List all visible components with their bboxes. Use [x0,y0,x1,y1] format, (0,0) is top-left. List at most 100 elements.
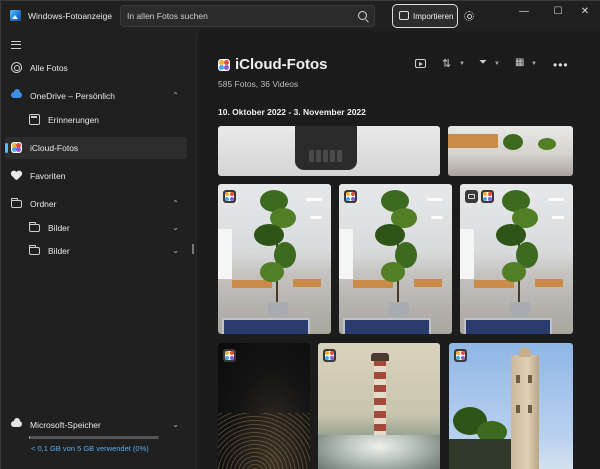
search-icon[interactable] [358,11,367,20]
photo-thumbnail[interactable] [460,184,573,334]
search-placeholder: In allen Fotos suchen [127,11,208,21]
ceiling-light [431,216,443,219]
ceiling-light [552,216,564,219]
slideshow-icon[interactable] [415,59,426,68]
chevron-down-icon[interactable]: ▼ [459,61,465,67]
icloud-badge-icon [323,349,336,362]
sidebar-item-label: iCloud-Fotos [30,143,79,153]
photo-thumbnail[interactable] [218,126,440,176]
folder-icon [11,198,22,208]
photo-thumbnail[interactable] [218,184,331,334]
sidebar-item-icloud-photos[interactable]: iCloud-Fotos [5,137,187,159]
chevron-down-icon[interactable]: ⌄ [172,223,179,232]
sidebar-item-all-photos[interactable]: Alle Fotos [5,57,187,79]
search-input[interactable]: In allen Fotos suchen [120,5,375,27]
plant-pot [389,302,409,316]
sidebar-item-pictures-2[interactable]: Bilder ⌄ [5,240,187,262]
photo-thumbnail[interactable] [449,343,573,469]
photos-app-icon [10,10,21,21]
desk-shape [414,279,442,287]
icloud-badge-icon [223,190,236,203]
sidebar-item-label: Bilder [48,246,70,256]
photo-thumbnail[interactable] [448,126,573,176]
sidebar-item-onedrive[interactable]: OneDrive – Persönlich ⌃ [5,85,187,107]
chevron-up-icon[interactable]: ⌃ [172,199,179,208]
plant-pot [510,302,530,316]
filter-icon[interactable]: ⏷ [479,57,493,69]
window-shape [339,229,353,279]
main-content: iCloud-Fotos 585 Fotos, 36 Videos ⇅ ▼ ⏷ … [196,31,600,469]
app-title: Windows-Fotoanzeige [28,11,113,21]
minimize-icon[interactable]: — [513,5,535,19]
plant-leaves [502,262,526,282]
ceiling-light [310,216,322,219]
hamburger-menu-icon[interactable] [11,41,21,49]
laptop-shape [222,318,310,334]
window-shape [218,229,232,279]
sidebar-item-label: Bilder [48,223,70,233]
heart-icon [11,170,22,181]
chevron-down-icon[interactable]: ⌄ [172,246,179,255]
laptop-shape [343,318,431,334]
plant-leaves [503,134,523,150]
laptop-shape [464,318,552,334]
desk-shape [353,280,393,288]
chevron-down-icon[interactable]: ▼ [531,61,537,67]
photos-app-window: Windows-Fotoanzeige In allen Fotos suche… [0,0,600,469]
cathedral-tower [511,347,539,469]
lighthouse-lantern [371,353,389,361]
sidebar-item-label: Favoriten [30,171,66,181]
more-options-icon[interactable]: ••• [553,58,569,72]
sidebar-item-label: Alle Fotos [30,63,68,73]
title-bar: Windows-Fotoanzeige In allen Fotos suche… [1,1,600,31]
view-grid-icon[interactable]: ▦ [515,57,529,69]
desk-shape [293,279,321,287]
photo-thumbnail[interactable] [218,343,310,469]
desk-shape [232,280,272,288]
settings-gear-icon[interactable] [464,11,474,21]
icloud-badge-icon [454,349,467,362]
sort-icon[interactable]: ⇅ [442,57,456,70]
date-range-header: 10. Oktober 2022 - 3. November 2022 [218,107,366,117]
sidebar-item-label: Erinnerungen [48,115,100,125]
plant-leaves [260,262,284,282]
sidebar-item-favorites[interactable]: Favoriten [5,165,187,187]
import-button[interactable]: Importieren [392,4,458,28]
maximize-icon[interactable]: ☐ [547,5,569,19]
import-label: Importieren [413,12,454,21]
storage-usage-bar [29,436,159,439]
photo-thumbnail[interactable] [318,343,440,469]
sidebar-item-label: Ordner [30,199,57,209]
sidebar-item-microsoft-storage[interactable]: Microsoft-Speicher ⌄ [5,414,187,436]
storage-usage-link[interactable]: < 0,1 GB von 5 GB verwendet (0%) [31,444,149,453]
active-indicator [5,143,8,153]
icloud-badge-icon [223,349,236,362]
plant-pot [268,302,288,316]
city-lights [218,413,310,469]
chevron-up-icon[interactable]: ⌃ [172,91,179,100]
ceiling-light [427,198,443,201]
storage-usage-fill [29,436,31,439]
icloud-icon [11,142,22,153]
page-subtitle: 585 Fotos, 36 Videos [218,79,299,89]
video-badge-icon [465,190,478,203]
sidebar-item-label: OneDrive – Persönlich [30,91,116,101]
plant-leaves [538,138,556,150]
icloud-badge-icon [481,190,494,203]
folder-icon [29,222,40,232]
desk-shape [474,280,514,288]
sidebar-item-memories[interactable]: Erinnerungen [5,109,187,131]
chevron-down-icon[interactable]: ▼ [494,61,500,67]
photos-icon [11,62,22,73]
sidebar-item-pictures-1[interactable]: Bilder ⌄ [5,217,187,239]
memories-icon [29,114,40,125]
sidebar-resize-handle[interactable] [192,244,194,254]
sea-waves [318,435,440,469]
photo-thumbnail[interactable] [339,184,452,334]
sidebar-item-folders[interactable]: Ordner ⌃ [5,193,187,215]
chevron-down-icon[interactable]: ⌄ [172,420,179,429]
page-title: iCloud-Fotos [235,56,328,73]
onedrive-cloud-icon [11,89,22,98]
close-icon[interactable]: ✕ [574,5,596,19]
import-icon [399,11,409,20]
